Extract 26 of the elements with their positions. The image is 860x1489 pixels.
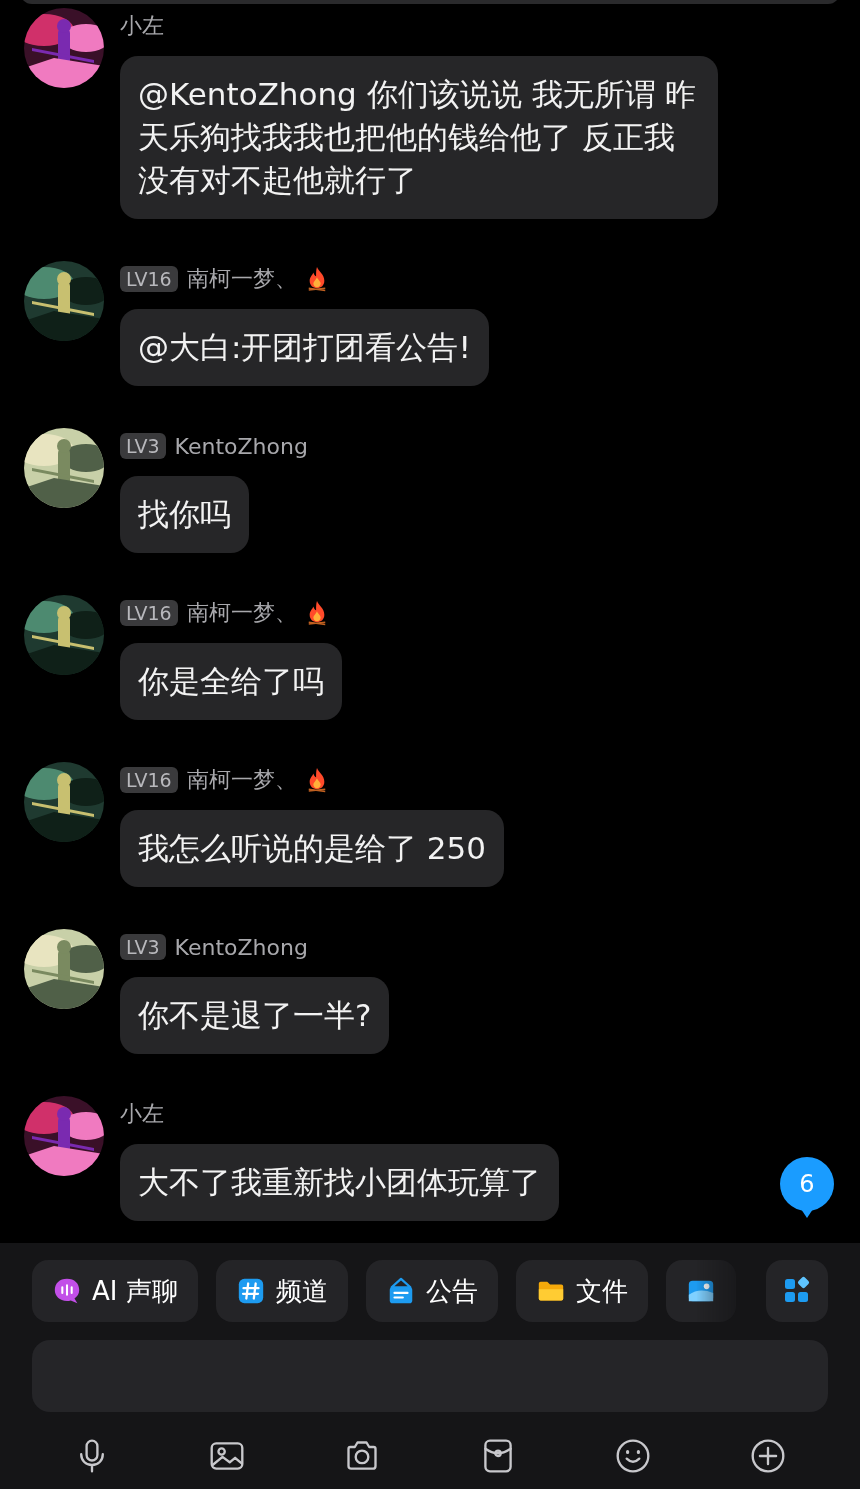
level-badge: LV3 [120,433,166,459]
shortcut-button[interactable]: AI 声聊 [32,1260,198,1322]
shortcut-button[interactable]: 文件 [515,1260,648,1322]
sender-name[interactable]: 南柯一梦、 [186,264,297,294]
level-badge: LV16 [120,600,178,626]
message-bubble[interactable]: 你不是退了一半? [120,977,390,1054]
apps-button[interactable] [766,1260,828,1322]
shortcut-button[interactable] [665,1260,736,1322]
voice-chat-icon [52,1276,82,1306]
level-badge: LV16 [120,767,178,793]
sender-name[interactable]: 南柯一梦、 [186,598,297,628]
sender-name[interactable]: KentoZhong [174,934,308,960]
message-bubble[interactable]: @KentoZhong 你们该说说 我无所谓 昨天乐狗找我我也把他的钱给他了 反正我没有对不起他就行了 [120,56,718,219]
level-badge: LV16 [120,266,178,292]
message-bubble[interactable]: 找你吗 [120,476,249,553]
sender-name[interactable]: 小左 [120,11,164,41]
sender-name[interactable]: 小左 [120,1099,164,1129]
message-bubble[interactable]: @大白:开团打团看公告! [120,309,489,386]
shortcut-button[interactable]: 频道 [215,1260,348,1322]
level-badge: LV3 [120,934,166,960]
sender-name[interactable]: KentoZhong [174,433,308,459]
shortcut-button[interactable]: 公告 [365,1260,498,1322]
message-bubble[interactable]: 我怎么听说的是给了 250 [120,810,505,887]
message-bubble[interactable]: 大不了我重新找小团体玩算了 [120,1144,559,1221]
sender-name[interactable]: 南柯一梦、 [186,765,297,795]
message-bubble[interactable]: 你是全给了吗 [120,643,342,720]
